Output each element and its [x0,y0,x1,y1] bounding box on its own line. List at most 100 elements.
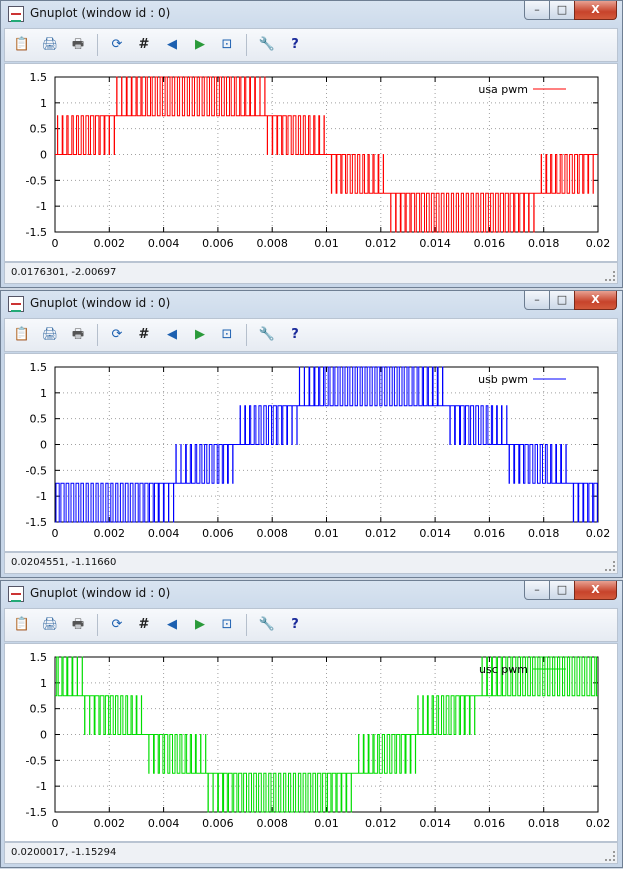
options-icon[interactable]: 🔧 [258,36,276,54]
plot-area[interactable]: 0 0.002 0.004 0.006 0.008 0.01 0.012 0.014 0.016… [4,353,618,552]
minimize-button[interactable]: – [524,291,550,310]
toolbar-separator [246,614,247,636]
window-controls: – □ X [524,1,617,21]
x-tick-label: 0.008 [256,527,288,540]
resize-grip[interactable] [605,561,615,571]
x-tick-label: 0.004 [148,527,180,540]
title-bar[interactable]: Gnuplot (window id : 0) – □ X [1,291,622,317]
title-bar[interactable]: Gnuplot (window id : 0) – □ X [1,1,622,27]
y-tick-label: 1 [40,97,47,110]
x-tick-label: 0.002 [94,527,126,540]
title-bar[interactable]: Gnuplot (window id : 0) – □ X [1,581,622,607]
series-line [55,76,598,233]
maximize-button[interactable]: □ [549,581,575,600]
options-icon[interactable]: 🔧 [258,616,276,634]
x-tick-label: 0.006 [202,237,234,250]
close-button[interactable]: X [574,1,617,20]
y-tick-label: 0.5 [30,703,48,716]
pwm-chart: 0 0.002 0.004 0.006 0.008 0.01 0.012 0.014 0.016… [26,71,611,250]
print-preview-icon[interactable]: 🖨 [41,326,59,344]
toolbar: 📋 🖨 🖶 ⟳ # ◀ ▶ ⊡ 🔧? [4,318,618,352]
x-tick-label: 0.006 [202,527,234,540]
y-tick-label: 0 [40,439,47,452]
x-tick-label: 0.018 [528,237,560,250]
x-tick-label: 0.02 [586,527,611,540]
printer-icon[interactable]: 🖶 [69,616,87,634]
x-tick-label: 0.016 [474,527,506,540]
cursor-coordinates: 0.0204551, -1.11660 [11,557,117,568]
y-tick-label: 0 [40,729,47,742]
x-tick-label: 0.016 [474,817,506,830]
toolbar-separator [97,34,98,56]
resize-grip[interactable] [605,851,615,861]
x-tick-label: 0.014 [419,237,451,250]
zoom-next-icon[interactable]: ▶ [191,616,209,634]
grid-icon[interactable]: # [135,326,153,344]
help-icon[interactable]: ? [286,36,304,54]
printer-icon[interactable]: 🖶 [69,36,87,54]
x-tick-label: 0.01 [314,527,339,540]
x-tick-label: 0 [52,237,59,250]
clipboard-icon[interactable]: 📋 [13,36,31,54]
maximize-button[interactable]: □ [549,291,575,310]
gnuplot-window: Gnuplot (window id : 0) – □ X 📋 🖨 🖶 ⟳ # ◀ ▶ ⊡ 🔧? 0 0.0… [0,290,623,578]
gnuplot-app-icon [8,296,24,312]
x-tick-label: 0.02 [586,817,611,830]
minimize-button[interactable]: – [524,1,550,20]
series-line [55,656,598,813]
y-tick-label: 1 [40,677,47,690]
clipboard-icon[interactable]: 📋 [13,326,31,344]
gnuplot-window: Gnuplot (window id : 0) – □ X 📋 🖨 🖶 ⟳ # ◀ ▶ ⊡ 🔧? 0 0.0… [0,580,623,868]
grid-icon[interactable]: # [135,616,153,634]
help-icon[interactable]: ? [286,616,304,634]
y-tick-label: -1.5 [26,516,47,529]
y-tick-label: 1.5 [30,651,48,664]
gnuplot-window: Gnuplot (window id : 0) – □ X 📋 🖨 🖶 ⟳ # ◀ ▶ ⊡ 🔧? 0 0.0… [0,0,623,288]
print-preview-icon[interactable]: 🖨 [41,36,59,54]
close-button[interactable]: X [574,291,617,310]
window-controls: – □ X [524,581,617,601]
y-tick-label: -0.5 [26,754,47,767]
y-tick-label: -1 [36,490,47,503]
pwm-chart: 0 0.002 0.004 0.006 0.008 0.01 0.012 0.014 0.016… [26,361,611,540]
x-tick-label: 0.004 [148,237,180,250]
x-tick-label: 0.012 [365,237,397,250]
options-icon[interactable]: 🔧 [258,326,276,344]
y-tick-label: 0.5 [30,123,48,136]
gnuplot-app-icon [8,586,24,602]
plot-area[interactable]: 0 0.002 0.004 0.006 0.008 0.01 0.012 0.014 0.016… [4,63,618,262]
zoom-previous-icon[interactable]: ◀ [163,616,181,634]
x-tick-label: 0.004 [148,817,180,830]
print-preview-icon[interactable]: 🖨 [41,616,59,634]
autoscale-icon[interactable]: ⊡ [218,326,236,344]
x-tick-label: 0.018 [528,527,560,540]
plot-area[interactable]: 0 0.002 0.004 0.006 0.008 0.01 0.012 0.014 0.016… [4,643,618,842]
clipboard-icon[interactable]: 📋 [13,616,31,634]
toolbar-separator [97,614,98,636]
minimize-button[interactable]: – [524,581,550,600]
autoscale-icon[interactable]: ⊡ [218,36,236,54]
printer-icon[interactable]: 🖶 [69,326,87,344]
zoom-previous-icon[interactable]: ◀ [163,326,181,344]
close-button[interactable]: X [574,581,617,600]
maximize-button[interactable]: □ [549,1,575,20]
resize-grip[interactable] [605,271,615,281]
status-bar: 0.0204551, -1.11660 [4,552,618,574]
replot-icon[interactable]: ⟳ [108,616,126,634]
y-tick-label: 1 [40,387,47,400]
y-tick-label: 1.5 [30,361,48,374]
legend-label: usb pwm [478,373,528,386]
x-tick-label: 0.01 [314,237,339,250]
grid-icon[interactable]: # [135,36,153,54]
x-tick-label: 0 [52,817,59,830]
zoom-next-icon[interactable]: ▶ [191,36,209,54]
help-icon[interactable]: ? [286,326,304,344]
replot-icon[interactable]: ⟳ [108,326,126,344]
autoscale-icon[interactable]: ⊡ [218,616,236,634]
zoom-next-icon[interactable]: ▶ [191,326,209,344]
series-line [55,366,598,523]
zoom-previous-icon[interactable]: ◀ [163,36,181,54]
y-tick-label: -1 [36,200,47,213]
replot-icon[interactable]: ⟳ [108,36,126,54]
x-tick-label: 0.018 [528,817,560,830]
